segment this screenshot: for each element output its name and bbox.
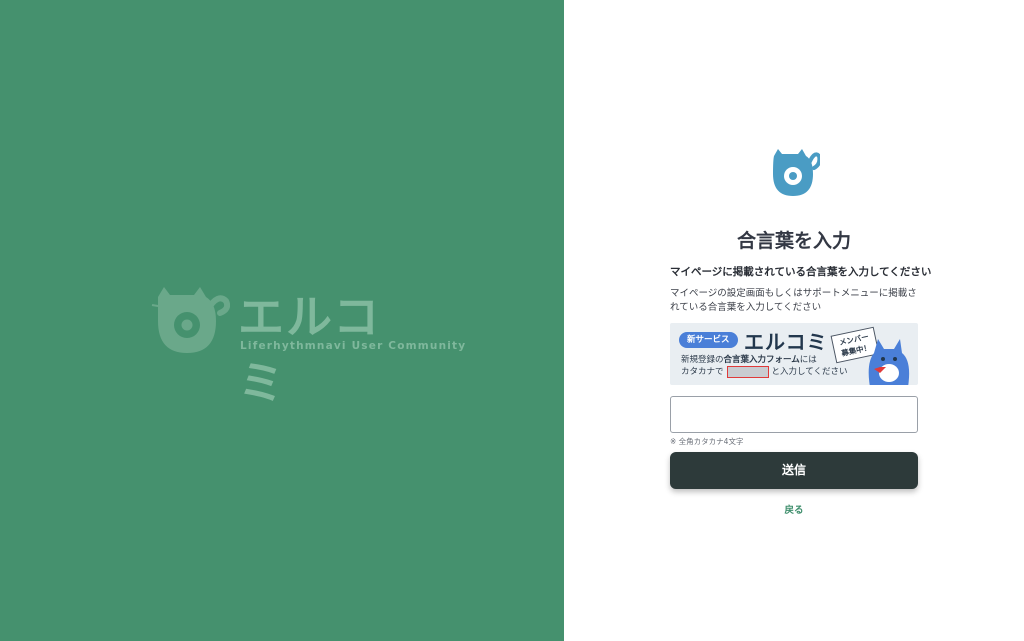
input-hint: ※ 全角カタカナ4文字 xyxy=(670,437,744,446)
form-description: マイページの設定画面もしくはサポートメニューに掲載されている合言葉を入力してくだ… xyxy=(670,288,917,313)
submit-button[interactable]: 送信 xyxy=(670,452,918,489)
page-title: 合言葉を入力 xyxy=(736,230,851,252)
cat-logo-icon xyxy=(773,149,820,196)
brand-panel: エルコミ Liferhythmnavi User Community xyxy=(0,0,564,641)
mascot-icon xyxy=(868,339,910,385)
banner-line-1-suffix: には xyxy=(799,355,817,365)
banner-line-1-bold: 合言葉入力フォーム xyxy=(723,355,800,365)
banner-line-1: 新規登録の合言葉入力フォームには xyxy=(681,353,817,365)
form-panel: 合言葉を入力 マイページに掲載されている合言葉を入力してください マイページの設… xyxy=(564,0,1024,641)
form-subtitle: マイページに掲載されている合言葉を入力してください xyxy=(670,266,932,278)
banner-service-name: エルコミ xyxy=(744,330,828,354)
banner-line-2-suffix: と入力してください xyxy=(771,367,848,377)
brand-logo: エルコミ Liferhythmnavi User Community xyxy=(150,283,465,410)
blurred-passphrase xyxy=(726,365,769,378)
cat-logo-icon xyxy=(151,287,230,353)
new-service-badge: 新サービス xyxy=(679,332,738,348)
banner-line-1-prefix: 新規登録の xyxy=(681,355,724,365)
instruction-banner: 新サービス エルコミ 新規登録の合言葉入力フォームには カタカナで と入力してくだ… xyxy=(670,323,918,385)
brand-tagline: Liferhythmnavi User Community xyxy=(240,340,467,352)
banner-line-2: カタカナで と入力してください xyxy=(681,365,848,378)
banner-line-2-prefix: カタカナで xyxy=(681,367,724,377)
back-link[interactable]: 戻る xyxy=(564,502,1024,516)
passphrase-input[interactable] xyxy=(670,396,918,433)
